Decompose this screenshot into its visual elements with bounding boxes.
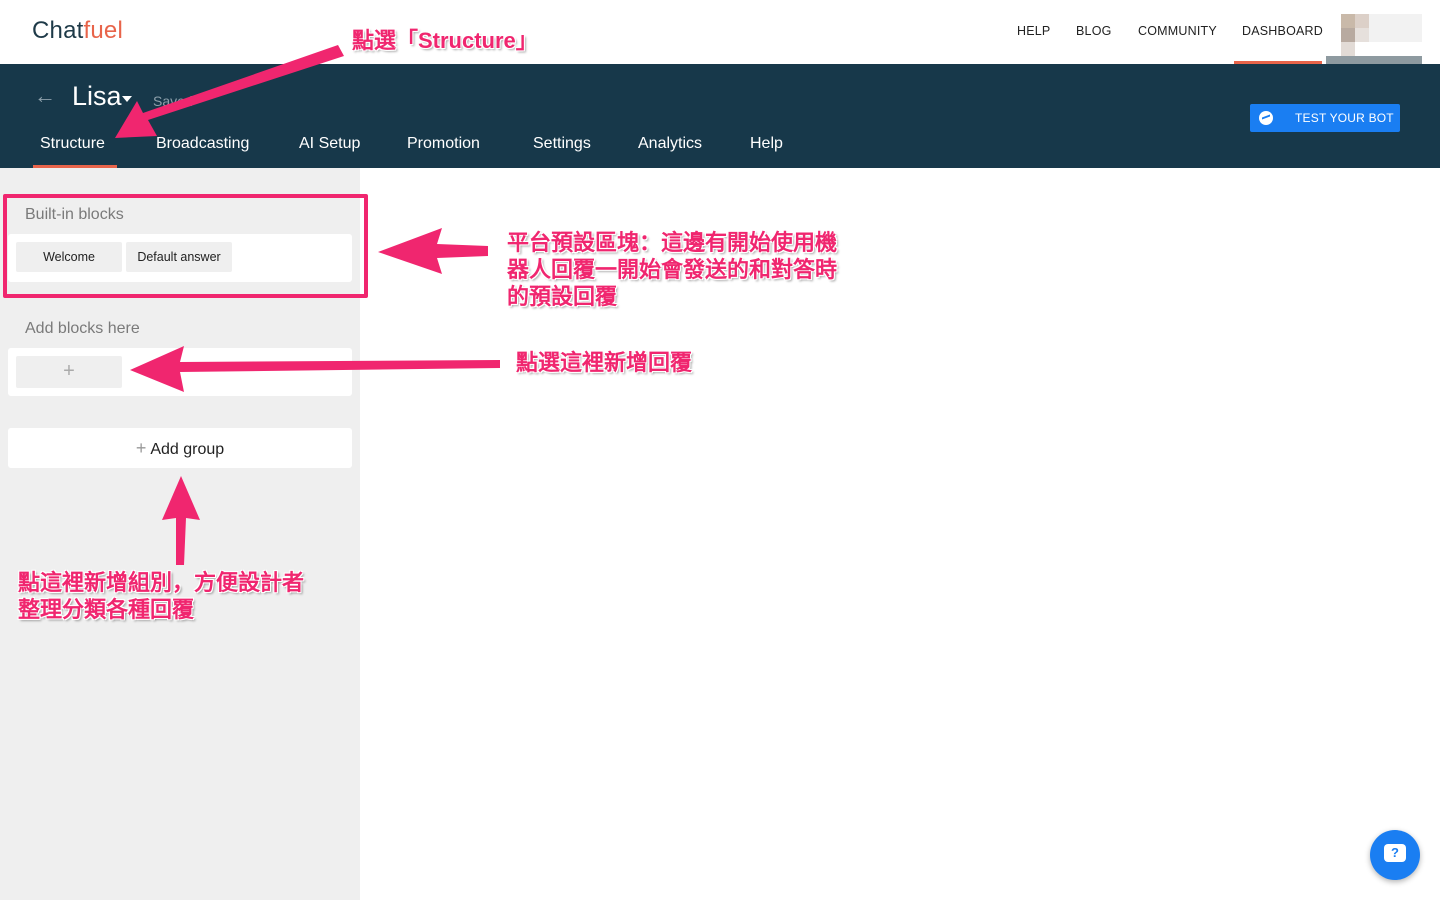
tab-structure[interactable]: Structure bbox=[40, 135, 105, 153]
add-blocks-title: Add blocks here bbox=[25, 320, 140, 337]
annotation-add-block-note: 點選這裡新增回覆 bbox=[516, 350, 693, 375]
top-navigation: Chatfuel HELP BLOG COMMUNITY DASHBOARD bbox=[0, 0, 1440, 84]
arrow-to-builtin-blocks bbox=[378, 228, 488, 274]
tab-promotion[interactable]: Promotion bbox=[407, 135, 480, 153]
add-blocks-panel: + bbox=[8, 348, 352, 396]
annotation-builtin-line-2: 器人回覆一開始會發送的和對答時 bbox=[507, 257, 838, 282]
nav-link-community[interactable]: COMMUNITY bbox=[1138, 24, 1217, 38]
help-chat-button[interactable]: ? bbox=[1370, 830, 1420, 880]
annotation-add-group-line-1: 點這裡新增組別，方便設計者 bbox=[18, 570, 305, 595]
tab-ai-setup[interactable]: AI Setup bbox=[299, 135, 360, 153]
plus-icon: + bbox=[135, 438, 147, 458]
question-bubble-icon: ? bbox=[1384, 844, 1406, 862]
logo-text-fuel: fuel bbox=[83, 17, 123, 44]
nav-link-dashboard[interactable]: DASHBOARD bbox=[1242, 24, 1323, 38]
annotation-structure-note: 點選「Structure」 bbox=[352, 28, 538, 53]
chevron-down-icon[interactable] bbox=[122, 96, 132, 102]
tab-analytics[interactable]: Analytics bbox=[638, 135, 702, 153]
add-group-label: Add group bbox=[150, 441, 225, 458]
nav-link-help[interactable]: HELP bbox=[1017, 24, 1050, 38]
annotation-builtin-line-1: 平台預設區塊：這邊有開始使用機 bbox=[507, 230, 838, 255]
annotation-add-group-note: 點這裡新增組別，方便設計者 整理分類各種回覆 bbox=[18, 569, 304, 623]
builtin-blocks-highlight bbox=[3, 194, 368, 298]
bot-name[interactable]: Lisa bbox=[72, 81, 122, 112]
tab-broadcasting[interactable]: Broadcasting bbox=[156, 135, 249, 153]
test-your-bot-button[interactable]: TEST YOUR BOT bbox=[1250, 104, 1400, 132]
add-group-button[interactable]: + Add group bbox=[8, 428, 352, 468]
add-block-button[interactable]: + bbox=[16, 356, 122, 388]
annotation-builtin-note: 平台預設區塊：這邊有開始使用機 器人回覆一開始會發送的和對答時 的預設回覆 bbox=[507, 229, 837, 310]
tab-settings[interactable]: Settings bbox=[533, 135, 591, 153]
annotation-builtin-line-3: 的預設回覆 bbox=[507, 284, 618, 309]
tab-help[interactable]: Help bbox=[750, 135, 783, 153]
test-your-bot-label: TEST YOUR BOT bbox=[1295, 111, 1394, 125]
chatfuel-logo[interactable]: Chatfuel bbox=[32, 17, 123, 45]
logo-text-chat: Chat bbox=[32, 17, 84, 44]
bot-header: ← Lisa Saved Structure Broadcasting AI S… bbox=[0, 64, 1440, 168]
annotation-add-group-line-2: 整理分類各種回覆 bbox=[18, 597, 195, 622]
back-arrow-icon[interactable]: ← bbox=[34, 85, 56, 107]
messenger-icon bbox=[1259, 111, 1273, 125]
nav-link-blog[interactable]: BLOG bbox=[1076, 24, 1112, 38]
save-status: Saved bbox=[153, 93, 193, 109]
